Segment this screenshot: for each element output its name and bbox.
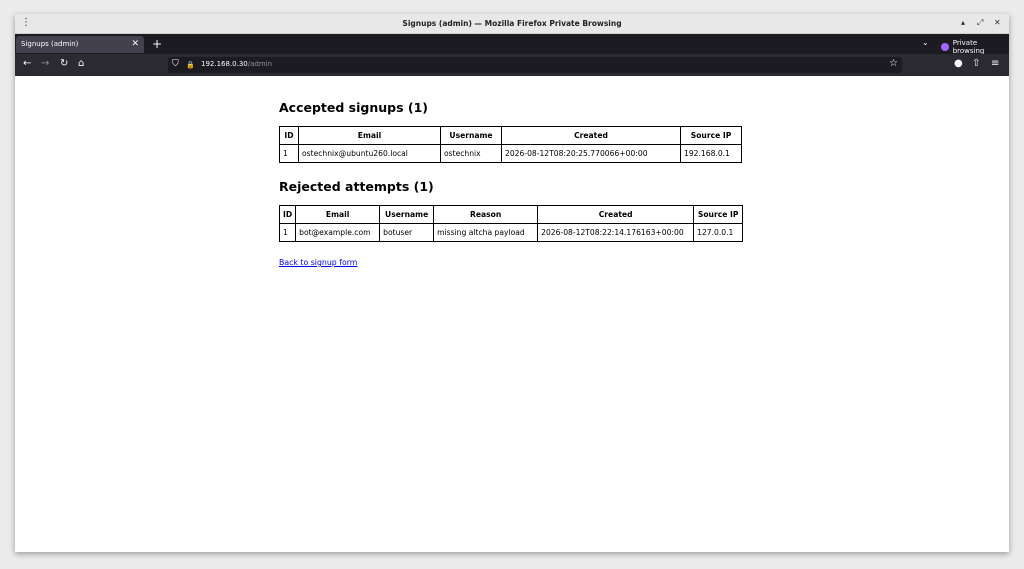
column-header: ID: [279, 126, 299, 145]
rejected-heading: Rejected attempts (1): [279, 179, 434, 194]
table-header-row: ID Email Username Created Source IP: [279, 126, 742, 145]
accepted-signups-table: ID Email Username Created Source IP 1 ostechn…: [279, 126, 742, 163]
accepted-heading: Accepted signups (1): [279, 100, 429, 115]
table-cell: ostechnix: [440, 144, 502, 163]
extensions-puzzle-icon[interactable]: ⇧: [972, 58, 980, 69]
home-icon[interactable]: ⌂: [78, 58, 84, 70]
url-path: /admin: [247, 60, 273, 68]
site-security-icon[interactable]: 🔒: [186, 61, 195, 69]
private-mask-icon: [941, 43, 949, 51]
column-header: Source IP: [693, 205, 744, 224]
column-header: ID: [278, 205, 297, 224]
admin-main: Accepted signups (1) ID Email Username Crea…: [278, 100, 759, 269]
table-cell: botuser: [379, 223, 435, 242]
table-cell: 1: [279, 144, 299, 163]
table-header-row: ID Email Username Reason Created Source IP: [278, 205, 744, 224]
close-window-icon[interactable]: ✕: [994, 18, 1001, 27]
column-header: Reason: [433, 205, 539, 224]
table-cell: bot@example.com: [295, 223, 381, 242]
window-title: Signups (admin) — Mozilla Firefox Privat…: [402, 19, 622, 28]
navigation-toolbar: ← → ↻ ⌂ ⛉ 🔒 192.168.0.30/admin ☆ ● ⇧ ≡: [15, 54, 1009, 76]
tracking-shield-icon[interactable]: ⛉: [172, 59, 179, 69]
url-text[interactable]: 192.168.0.30/admin: [201, 60, 272, 68]
rejected-attempts-table: ID Email Username Reason Created Source IP 1b…: [278, 205, 744, 242]
table-cell: 2026-08-12T08:20:25.770066+00:00: [501, 144, 681, 163]
reload-icon[interactable]: ↻: [60, 58, 68, 70]
column-header: Username: [379, 205, 435, 224]
back-to-signup-link[interactable]: Back to signup form: [279, 258, 357, 267]
table-cell: 1: [278, 223, 297, 242]
app-menu-icon[interactable]: ≡: [991, 58, 999, 69]
table-cell: missing altcha payload: [433, 223, 539, 242]
column-header: Created: [501, 126, 681, 145]
list-all-tabs-icon[interactable]: ⌄: [922, 38, 929, 47]
tab-signups-admin[interactable]: Signups (admin) ✕: [16, 36, 144, 53]
url-host: 192.168.0.30: [201, 60, 248, 68]
table-row: 1 ostechnix@ubuntu260.local ostechnix 2026-…: [279, 144, 742, 163]
extension-icon[interactable]: ●: [954, 58, 963, 69]
page-content: Accepted signups (1) ID Email Username Crea…: [15, 76, 1009, 552]
column-header: Email: [298, 126, 441, 145]
private-browsing-label: Private browsing: [952, 39, 985, 55]
bookmark-star-icon[interactable]: ☆: [889, 58, 898, 69]
tab-close-icon[interactable]: ✕: [131, 36, 139, 53]
forward-icon[interactable]: →: [41, 58, 49, 70]
column-header: Email: [295, 205, 381, 224]
table-cell: 127.0.0.1: [693, 223, 744, 242]
tab-bar: Signups (admin) ✕ + ⌄ Private browsing: [15, 34, 1009, 55]
back-icon[interactable]: ←: [23, 58, 31, 70]
new-tab-icon[interactable]: +: [152, 36, 162, 52]
column-header: Source IP: [680, 126, 742, 145]
private-browsing-indicator: Private browsing: [941, 39, 1009, 55]
maximize-icon[interactable]: ⤢: [977, 18, 983, 28]
browser-window: ⋮ Signups (admin) — Mozilla Firefox Priv…: [15, 14, 1009, 552]
tab-label: Signups (admin): [21, 40, 79, 48]
minimize-icon[interactable]: ▴: [961, 18, 965, 27]
table-cell: 192.168.0.1: [680, 144, 742, 163]
column-header: Username: [440, 126, 502, 145]
url-bar[interactable]: ⛉ 🔒 192.168.0.30/admin ☆: [168, 57, 902, 73]
column-header: Created: [537, 205, 695, 224]
table-cell: ostechnix@ubuntu260.local: [298, 144, 441, 163]
table-cell: 2026-08-12T08:22:14.176163+00:00: [537, 223, 695, 242]
table-row: 1 bot@example.com botuser missing altcha pa…: [278, 223, 744, 242]
title-bar: ⋮ Signups (admin) — Mozilla Firefox Priv…: [15, 14, 1009, 34]
